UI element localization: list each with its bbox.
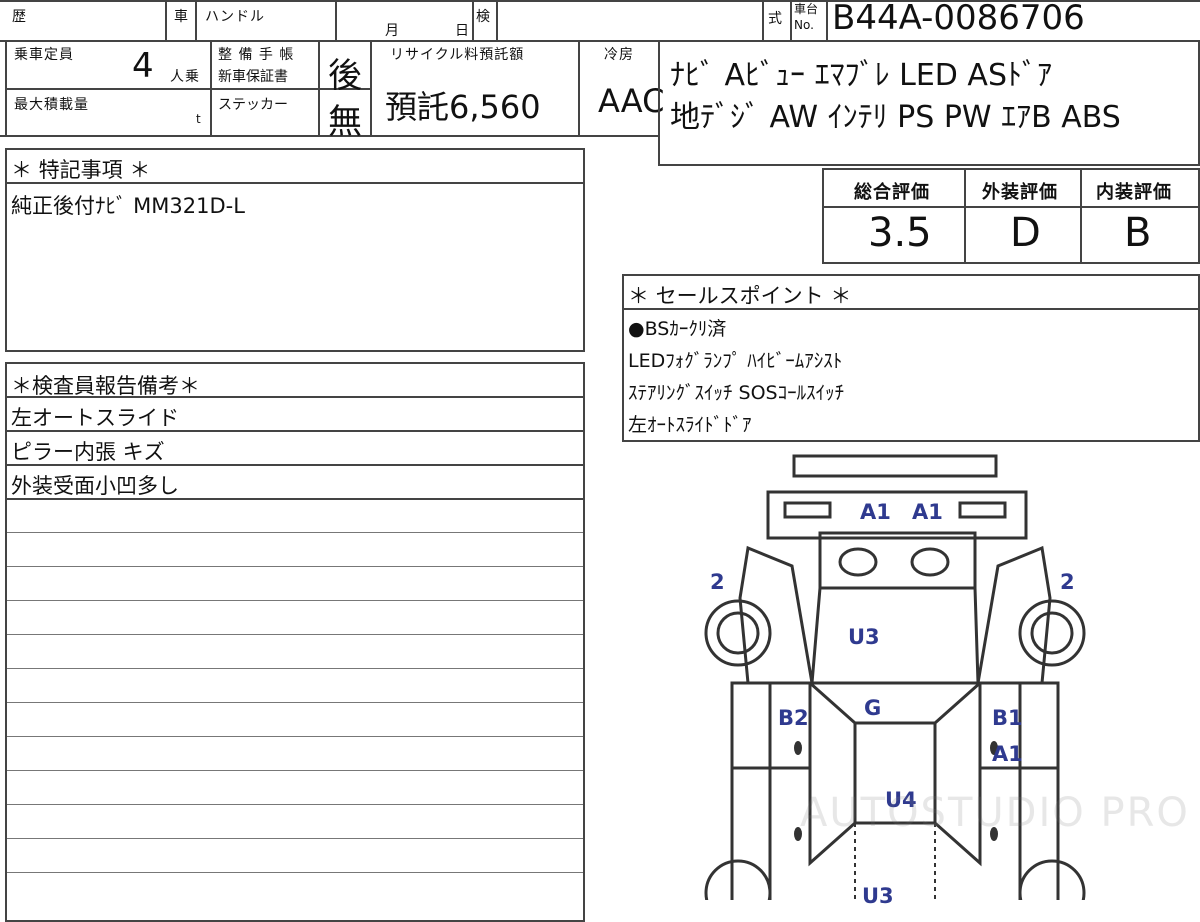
notes-line-1: 純正後付ﾅﾋﾞ MM321D-L bbox=[11, 194, 245, 218]
handle-label: ハンドル bbox=[205, 9, 265, 25]
watermark: AUTOSTUDIO PRO bbox=[800, 790, 1190, 836]
interior-rating-label: 内装評価 bbox=[1096, 182, 1172, 203]
inspector-line-1: 左オートスライド bbox=[11, 406, 179, 430]
sticker-label: ステッカー bbox=[218, 97, 288, 113]
sales-title: ＊ セールスポイント ＊ bbox=[628, 284, 852, 308]
maintenance-label: 整 備 手 帳 bbox=[218, 47, 295, 63]
sales-line-1: ●BSｶｰｸﾘ済 bbox=[628, 318, 727, 340]
damage-label-right-fender: 2 bbox=[1060, 570, 1075, 594]
sales-points-box: ＊ セールスポイント ＊ ●BSｶｰｸﾘ済 LEDﾌｫｸﾞﾗﾝﾌﾟ ﾊｲﾋﾞｰﾑ… bbox=[622, 274, 1200, 442]
overall-rating-value: 3.5 bbox=[868, 210, 932, 256]
car-label: 車 bbox=[174, 9, 189, 25]
hood bbox=[818, 536, 977, 590]
right-headlamp bbox=[958, 501, 1007, 519]
damage-label-windshield: G bbox=[864, 696, 882, 720]
month-label: 月 bbox=[385, 23, 400, 39]
chassis-label-top: 車台 bbox=[794, 2, 819, 16]
interior-rating-value: B bbox=[1124, 210, 1152, 256]
notes-title: ＊ 特記事項 ＊ bbox=[11, 158, 151, 182]
overall-rating-label: 総合評価 bbox=[854, 182, 930, 203]
history-label: 歴 bbox=[12, 9, 27, 25]
max-load-unit: t bbox=[196, 112, 202, 126]
ratings-box: 総合評価 3.5 外装評価 D 内装評価 B bbox=[822, 168, 1200, 264]
inspector-box: ＊検査員報告備考＊ 左オートスライド ピラー内張 キズ 外装受面小凹多し bbox=[5, 362, 585, 922]
aircon-value: AAC bbox=[598, 82, 665, 120]
sales-line-4: 左ｵｰﾄｽﾗｲﾄﾞﾄﾞｱ bbox=[628, 414, 752, 436]
windshield bbox=[809, 681, 981, 725]
damage-label-left-pillar: B2 bbox=[778, 706, 809, 730]
front-grille bbox=[766, 490, 1028, 540]
fog-lamp-right bbox=[910, 547, 950, 577]
capacity-label: 乗車定員 bbox=[14, 47, 74, 63]
sales-line-3: ｽﾃｱﾘﾝｸﾞｽｲｯﾁ SOSｺｰﾙｽｲｯﾁ bbox=[628, 382, 845, 404]
front-bumper bbox=[792, 454, 998, 478]
damage-label-left-fender: 2 bbox=[710, 570, 725, 594]
chassis-label-bottom: No. bbox=[794, 18, 814, 32]
max-load-label: 最大積載量 bbox=[14, 97, 89, 113]
recycle-value: 預託6,560 bbox=[385, 88, 541, 126]
recycle-label: リサイクル料預託額 bbox=[390, 47, 525, 63]
left-headlamp bbox=[783, 501, 832, 519]
fog-lamp-left bbox=[838, 547, 878, 577]
left-door-mark bbox=[794, 741, 802, 755]
damage-label-hood: U3 bbox=[848, 625, 880, 649]
chassis-number: B44A-0086706 bbox=[832, 0, 1085, 38]
rear-left-wheel bbox=[704, 859, 772, 900]
equipment-box: ﾅﾋﾞ Aﾋﾞｭｰ ｴﾏﾌﾞﾚ LED ASﾄﾞｱ 地ﾃﾞｼﾞ AW ｲﾝﾃﾘ … bbox=[658, 40, 1200, 166]
capacity-value: 4 bbox=[132, 46, 154, 86]
sales-line-2: LEDﾌｫｸﾞﾗﾝﾌﾟ ﾊｲﾋﾞｰﾑｱｼｽﾄ bbox=[628, 350, 843, 372]
day-label: 日 bbox=[455, 23, 470, 39]
model-label: 式 bbox=[768, 11, 783, 27]
sticker-value: 無 bbox=[328, 102, 362, 142]
damage-label-rear: U3 bbox=[862, 884, 894, 908]
damage-label-front-right: A1 bbox=[912, 500, 943, 524]
rear-right-wheel bbox=[1018, 859, 1086, 900]
front-right-wheel bbox=[1018, 599, 1086, 667]
damage-label-right-pillar: B1 bbox=[992, 706, 1023, 730]
damage-label-right-door: A1 bbox=[992, 742, 1023, 766]
equipment-line-1: ﾅﾋﾞ Aﾋﾞｭｰ ｴﾏﾌﾞﾚ LED ASﾄﾞｱ bbox=[670, 58, 1053, 93]
equipment-line-2: 地ﾃﾞｼﾞ AW ｲﾝﾃﾘ PS PW ｴｱB ABS bbox=[670, 100, 1121, 135]
aircon-label: 冷房 bbox=[604, 47, 634, 63]
damage-label-front-left: A1 bbox=[860, 500, 891, 524]
capacity-unit: 人乗 bbox=[170, 69, 200, 85]
notes-box: ＊ 特記事項 ＊ 純正後付ﾅﾋﾞ MM321D-L bbox=[5, 148, 585, 352]
maintenance-value: 後 bbox=[328, 56, 362, 96]
inspector-line-2: ピラー内張 キズ bbox=[11, 440, 165, 464]
exterior-rating-label: 外装評価 bbox=[982, 182, 1058, 203]
warranty-label: 新車保証書 bbox=[218, 69, 288, 85]
inspector-line-3: 外装受面小凹多し bbox=[11, 474, 179, 498]
exterior-rating-value: D bbox=[1010, 210, 1041, 256]
front-left-wheel bbox=[704, 599, 772, 667]
inspection-label: 検 bbox=[476, 9, 491, 25]
